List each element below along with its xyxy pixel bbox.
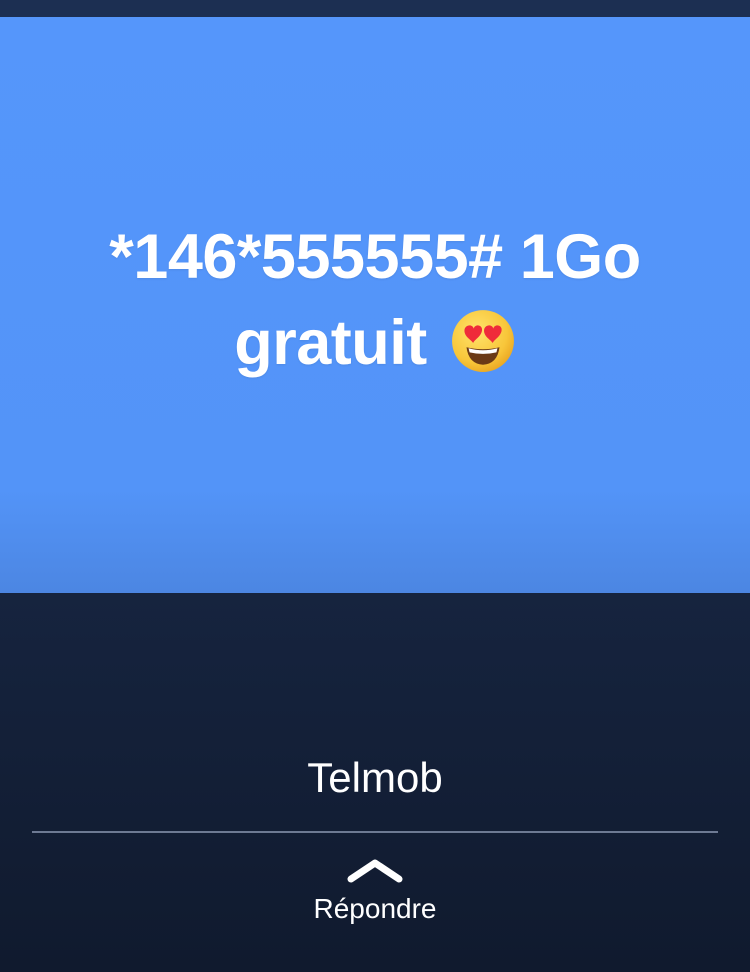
heart-eyes-face-icon <box>451 310 514 373</box>
reply-button[interactable]: Répondre <box>275 855 475 945</box>
reply-label: Répondre <box>313 893 437 924</box>
story-screen: *146*555555# 1Go gratuit Telmob Répondre <box>0 0 750 972</box>
divider <box>32 831 718 833</box>
top-strip <box>0 0 750 17</box>
story-text-container: *146*555555# 1Go gratuit <box>55 214 695 386</box>
story-card[interactable]: *146*555555# 1Go gratuit <box>0 17 750 593</box>
chevron-up-icon <box>347 859 403 883</box>
story-message: *146*555555# 1Go gratuit <box>109 222 641 378</box>
sender-name: Telmob <box>307 754 443 801</box>
